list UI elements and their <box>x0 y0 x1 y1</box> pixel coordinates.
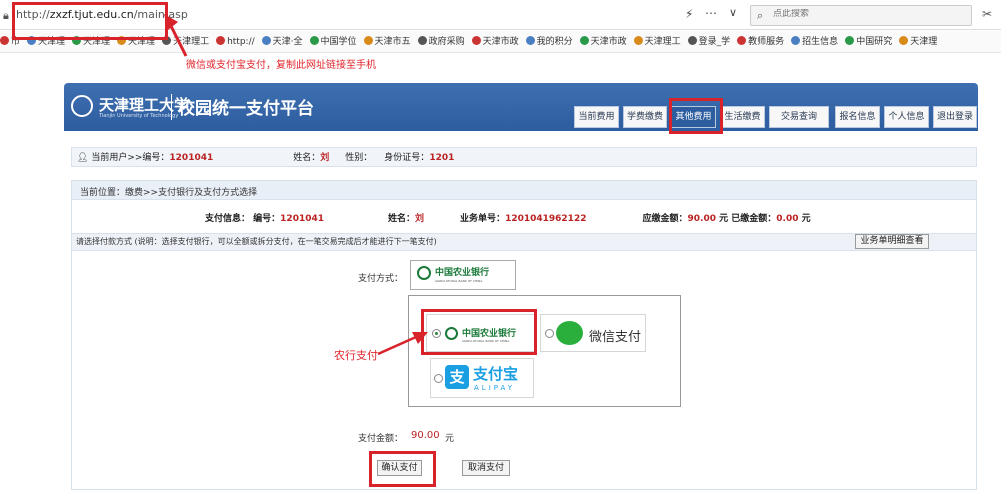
bookmark-label: 教师服务 <box>748 37 785 47</box>
flash-icon[interactable]: ⚡︎ <box>685 7 693 21</box>
breadcrumb-text: 当前位置：缴费>>支付银行及支付方式选择 <box>80 188 258 198</box>
bookmark-icon <box>845 36 855 45</box>
bookmark-label: 天津市五 <box>374 37 411 47</box>
bookmark-item[interactable]: http:// <box>216 31 255 52</box>
bookmark-icon <box>687 36 697 45</box>
bookmark-item[interactable]: 天津理 <box>899 31 938 52</box>
bookmark-item[interactable]: 登录_学 <box>687 31 731 52</box>
search-icon: ⌕ <box>757 9 764 22</box>
bookmark-icon <box>791 36 801 45</box>
wechat-label: 微信支付 <box>589 330 642 345</box>
bookmark-icon <box>261 36 271 45</box>
abc-logo-icon <box>417 266 431 280</box>
bookmark-item[interactable]: 招生信息 <box>791 31 839 52</box>
bookmark-icon <box>471 36 481 45</box>
nav-logout[interactable]: 退出登录 <box>933 106 977 128</box>
bookmark-icon <box>737 36 747 45</box>
selected-bank-name: 中国农业银行 <box>435 268 490 278</box>
system-title: 校园统一支付平台 <box>178 99 314 119</box>
bookmark-label: 招生信息 <box>802 37 839 47</box>
nav-living-fees[interactable]: 生活缴费 <box>720 106 765 128</box>
bookmark-label: 中国学位 <box>320 37 357 47</box>
user-icon: 👤︎ <box>77 153 89 163</box>
chevron-down-icon[interactable]: ∨ <box>729 6 737 19</box>
confirm-highlight-box <box>369 451 436 487</box>
amount-value: 90.00 <box>411 430 440 441</box>
bookmark-icon <box>216 36 226 45</box>
scissors-icon[interactable]: ✂ <box>982 7 992 21</box>
url-highlight-box <box>12 2 168 40</box>
bookmark-icon <box>899 36 909 45</box>
cancel-pay-button[interactable]: 取消支付 <box>462 460 510 476</box>
bookmark-item[interactable]: 天津市政 <box>471 31 519 52</box>
search-box[interactable]: ⌕ <box>750 5 972 26</box>
header-divider <box>171 94 172 120</box>
bookmark-item[interactable]: 中国研究 <box>845 31 893 52</box>
abc-annotation: 农行支付 <box>334 349 378 362</box>
bookmark-label: 天津理 <box>910 37 938 47</box>
nav-registration[interactable]: 报名信息 <box>835 106 880 128</box>
wechat-icon <box>556 321 583 345</box>
alipay-icon: 支 <box>445 365 469 389</box>
school-name: 天津理工大学 <box>99 96 190 114</box>
bookmark-item[interactable]: 教师服务 <box>737 31 785 52</box>
abc-arrow-icon <box>377 332 428 356</box>
payment-method-label: 支付方式： <box>358 274 404 284</box>
order-detail-button[interactable]: 业务单明细查看 <box>855 234 929 249</box>
select-method-hint: 请选择付款方式 (说明：选择支付银行，可以全额或拆分支付，在一笔交易完成后才能进… <box>76 237 437 246</box>
bookmark-icon <box>0 36 9 45</box>
bookmark-icon <box>633 36 643 45</box>
option-wechat[interactable]: 微信支付 <box>540 314 646 352</box>
wechat-radio[interactable] <box>545 329 554 338</box>
copy-hint-text: 微信或支付宝支付，复制此网址链接至手机 <box>186 60 376 71</box>
bookmark-item[interactable]: 天津理工 <box>633 31 681 52</box>
bookmark-icon <box>309 36 319 45</box>
bookmark-label: 天津理工 <box>644 37 681 47</box>
bookmark-label: 登录_学 <box>698 37 731 47</box>
bookmark-item[interactable]: 天津市五 <box>363 31 411 52</box>
bookmark-label: http:// <box>227 37 255 47</box>
bookmark-label: 天津·全 <box>272 37 303 47</box>
school-name-en: Tianjin University of Technology <box>99 113 179 119</box>
bookmark-icon <box>363 36 373 45</box>
alipay-label-en: ALIPAY <box>474 384 516 392</box>
bookmark-label: 天津市政 <box>590 37 627 47</box>
nav-personal-info[interactable]: 个人信息 <box>884 106 929 128</box>
alipay-radio[interactable] <box>434 374 443 383</box>
nav-transactions[interactable]: 交易查询 <box>769 106 829 128</box>
bookmark-item[interactable]: 天津·全 <box>261 31 303 52</box>
bookmark-label: 政府采购 <box>428 37 465 47</box>
nav-highlight-box <box>669 98 723 134</box>
amount-unit: 元 <box>445 434 455 444</box>
bookmark-icon <box>417 36 427 45</box>
selected-bank-en: AGRICULTURAL BANK OF CHINA <box>435 279 483 283</box>
bookmark-item[interactable]: 中国学位 <box>309 31 357 52</box>
bookmark-label: 天津市政 <box>482 37 519 47</box>
bookmark-label: 中国研究 <box>856 37 893 47</box>
bookmark-label: 我的积分 <box>536 37 573 47</box>
search-input[interactable] <box>773 9 963 19</box>
bookmark-icon <box>579 36 589 45</box>
alipay-label: 支付宝 <box>473 365 519 383</box>
payment-info: 支付信息： 编号：1201041 姓名：刘 业务单号：1201041962122 应缴… <box>205 214 811 224</box>
nav-current-fees[interactable]: 当前费用 <box>574 106 619 128</box>
bookmark-item[interactable]: 我的积分 <box>525 31 573 52</box>
bookmark-item[interactable]: 天津市政 <box>579 31 627 52</box>
more-icon[interactable]: ⋯ <box>705 6 717 20</box>
amount-label: 支付金额： <box>358 434 404 444</box>
option-alipay[interactable]: 支 支付宝 ALIPAY <box>430 358 534 398</box>
bookmark-item[interactable]: 政府采购 <box>417 31 465 52</box>
lock-icon: 🔒︎ <box>3 9 9 22</box>
bookmark-icon <box>525 36 535 45</box>
abc-highlight-box <box>421 309 537 355</box>
url-arrow-icon <box>164 14 188 57</box>
user-info: 👤︎ 当前用户>>编号：1201041 姓名：刘 性别： 身份证号：1201 <box>77 153 455 163</box>
school-logo-icon <box>71 95 93 117</box>
selected-method-display: 中国农业银行 AGRICULTURAL BANK OF CHINA <box>410 260 516 290</box>
nav-tuition[interactable]: 学费缴费 <box>623 106 667 128</box>
